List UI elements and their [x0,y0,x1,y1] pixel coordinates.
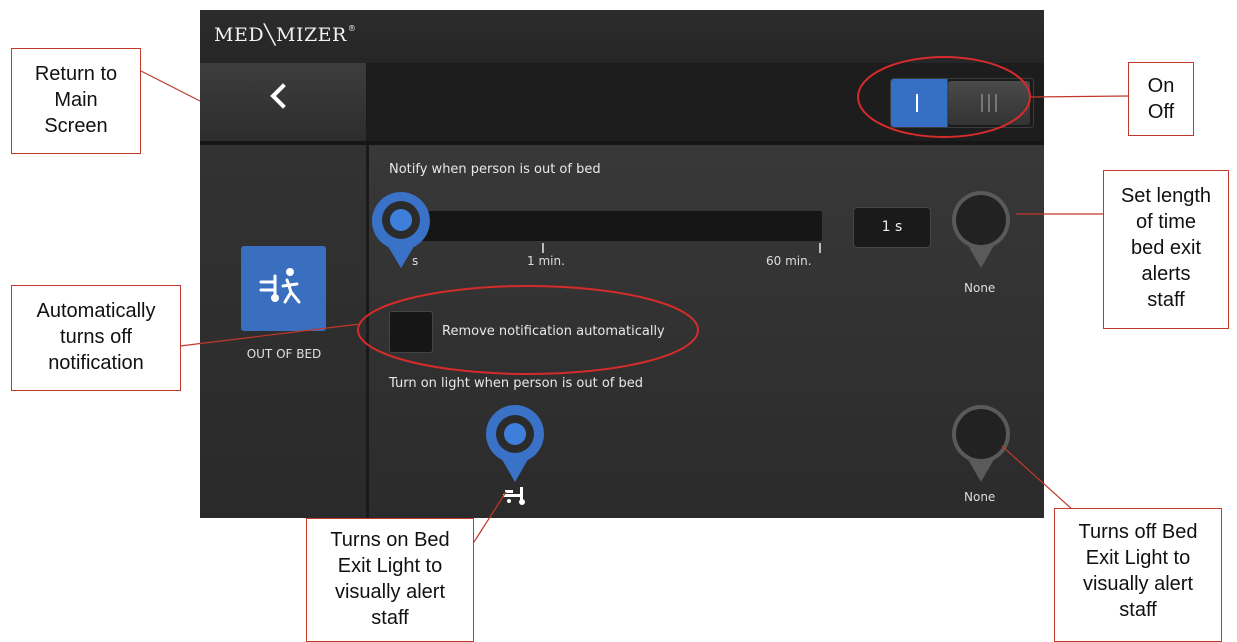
top-bar: MED╲MIZER® [200,10,1044,63]
back-button[interactable] [200,63,367,141]
sidebar [200,145,369,518]
light-label: Turn on light when person is out of bed [389,376,644,391]
power-toggle[interactable] [890,78,1034,128]
callout-return: Return to Main Screen [11,48,141,154]
callout-turns-off: Turns off Bed Exit Light to visually alert… [1054,508,1222,642]
bed-light-icon [503,487,525,505]
callout-length: Set length of time bed exit alerts staff [1103,170,1229,329]
brand-logo: MED╲MIZER® [214,24,357,46]
notify-value-display: 1 s [853,207,931,248]
light-none-label: None [964,490,996,504]
tick-1min [542,243,544,253]
notify-slider-thumb[interactable] [368,188,434,274]
callout-turns-on: Turns on Bed Exit Light to visually alert s… [306,518,474,642]
notify-label: Notify when person is out of bed [389,162,601,177]
toggle-on-segment[interactable] [891,79,948,127]
out-of-bed-tile[interactable] [241,246,326,331]
chevron-left-icon [270,83,296,109]
tick-label-60min: 60 min. [766,254,812,268]
remove-notification-checkbox[interactable] [389,311,433,353]
notify-none-option[interactable] [948,188,1014,274]
device-screen: MED╲MIZER® OUT OF BED Notify when person… [200,10,1044,518]
notify-slider-track[interactable] [420,211,822,241]
light-none-option[interactable] [948,402,1014,488]
out-of-bed-label: OUT OF BED [246,347,322,361]
toggle-off-thumb[interactable] [948,81,1030,125]
tick-60min [819,243,821,253]
light-on-option[interactable] [482,402,548,488]
callout-auto-off: Automatically turns off notification [11,285,181,391]
bed-exit-person-icon [259,268,301,304]
tick-label-1min: 1 min. [527,254,565,268]
remove-notification-label: Remove notification automatically [442,324,665,339]
callout-onoff: On Off [1128,62,1194,136]
notify-none-label: None [964,281,996,295]
